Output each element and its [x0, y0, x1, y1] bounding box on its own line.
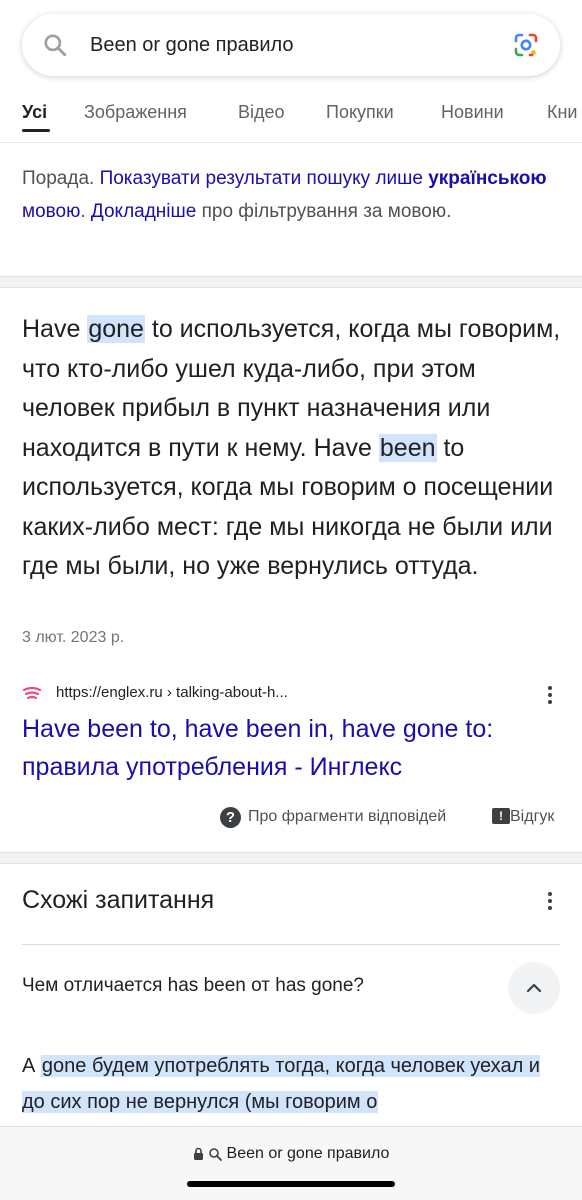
- help-icon[interactable]: ?: [220, 807, 241, 828]
- related-answer: А gone будем употреблять тогда, когда че…: [22, 1048, 567, 1120]
- tab-shopping[interactable]: Покупки: [326, 102, 394, 123]
- source-row[interactable]: https://englex.ru › talking-about-h...: [22, 682, 562, 708]
- language-tip: Порада. Показувати результати пошуку лиш…: [22, 162, 562, 228]
- address-text: Been or gone правило: [226, 1145, 390, 1162]
- section-gap: [0, 852, 582, 864]
- tab-video[interactable]: Відео: [238, 102, 285, 123]
- lock-icon: [193, 1147, 203, 1160]
- related-question[interactable]: Чем отличается has been от has gone?: [22, 975, 364, 997]
- feedback-icon[interactable]: !: [492, 808, 510, 824]
- result-title-link[interactable]: Have been to, have been in, have gone to…: [22, 710, 567, 786]
- address-line[interactable]: Been or gone правило: [0, 1145, 582, 1163]
- tip-suffix: про фільтрування за мовою.: [196, 201, 452, 222]
- search-input[interactable]: Been or gone правило: [90, 34, 294, 57]
- source-url[interactable]: https://englex.ru › talking-about-h...: [56, 684, 288, 701]
- chevron-up-icon: [526, 983, 542, 993]
- featured-snippet-text: Have gone to используется, когда мы гово…: [22, 310, 567, 587]
- browser-address-bar[interactable]: Been or gone правило: [0, 1126, 582, 1200]
- tab-all[interactable]: Усі: [22, 102, 47, 123]
- tip-separator: .: [80, 201, 91, 222]
- google-lens-icon[interactable]: [512, 31, 540, 59]
- snippet-highlight: gone: [87, 315, 145, 343]
- search-bar[interactable]: Been or gone правило: [22, 14, 560, 76]
- learn-more-link[interactable]: Докладніше: [91, 201, 196, 222]
- answer-text: А: [22, 1055, 41, 1077]
- about-snippets-link[interactable]: Про фрагменти відповідей: [248, 808, 446, 826]
- collapse-button[interactable]: [508, 962, 560, 1014]
- tip-link-bold: українською: [428, 168, 547, 189]
- more-options-icon[interactable]: [547, 684, 553, 706]
- snippet-text: Have: [313, 433, 379, 462]
- divider: [0, 142, 582, 143]
- related-questions-title: Схожі запитання: [22, 886, 215, 914]
- tab-books[interactable]: Кни: [547, 102, 577, 123]
- more-options-icon[interactable]: [547, 890, 553, 912]
- tip-link-text: Показувати результати пошуку лише: [99, 168, 429, 189]
- snippet-highlight: been: [378, 433, 437, 462]
- answer-highlight: gone будем употреблять тогда, когда чело…: [22, 1055, 540, 1113]
- active-tab-indicator: [22, 129, 50, 132]
- divider: [22, 944, 560, 945]
- tab-images[interactable]: Зображення: [84, 102, 187, 123]
- search-tabs: Усі Зображення Відео Покупки Новини Кни: [0, 96, 582, 134]
- search-icon[interactable]: [42, 32, 68, 58]
- search-icon: [209, 1147, 222, 1161]
- snippet-date: 3 лют. 2023 р.: [22, 629, 125, 646]
- home-indicator[interactable]: [187, 1181, 395, 1187]
- tip-link-text-2: мовою: [22, 201, 81, 222]
- feedback-link[interactable]: Відгук: [510, 808, 554, 826]
- snippet-text: Have: [22, 315, 88, 343]
- englex-favicon-icon: [22, 686, 42, 700]
- tab-news[interactable]: Новини: [441, 102, 504, 123]
- section-gap: [0, 276, 582, 288]
- tip-prefix: Порада.: [22, 168, 100, 189]
